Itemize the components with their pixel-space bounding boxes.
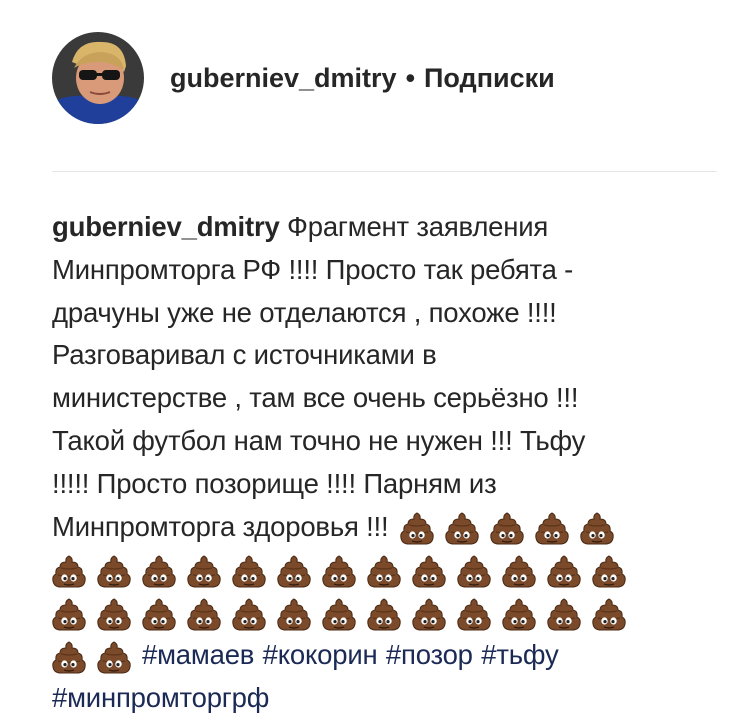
pile-of-poo-emoji-icon	[232, 554, 266, 588]
pile-of-poo-emoji-icon	[580, 511, 614, 545]
pile-of-poo-emoji-icon	[52, 640, 86, 674]
caption-line: Минпромторга РФ !!!! Просто так ребята -	[52, 253, 574, 285]
caption-line: министерстве , там все очень серьёзно !!…	[52, 382, 579, 414]
pile-of-poo-emoji-icon	[367, 597, 401, 631]
pile-of-poo-emoji-icon	[445, 511, 479, 545]
separator-dot: •	[405, 62, 416, 93]
pile-of-poo-emoji-icon	[412, 554, 446, 588]
caption-line: guberniev_dmitry Фрагмент заявления	[52, 206, 717, 249]
emoji-line	[52, 591, 717, 634]
caption-text: Минпромторга здоровья !!!	[52, 510, 389, 542]
pile-of-poo-emoji-icon	[502, 597, 536, 631]
divider	[52, 171, 717, 172]
pile-of-poo-emoji-icon	[535, 511, 569, 545]
pile-of-poo-emoji-icon	[232, 597, 266, 631]
post-header: guberniev_dmitry • Подписки	[52, 32, 555, 124]
caption-line: #минпромторгрф	[52, 677, 717, 720]
pile-of-poo-emoji-icon	[547, 554, 581, 588]
pile-of-poo-emoji-icon	[187, 554, 221, 588]
pile-of-poo-emoji-icon	[412, 597, 446, 631]
caption-line: !!!!! Просто позорище !!!! Парням из	[52, 467, 497, 499]
pile-of-poo-emoji-icon	[142, 597, 176, 631]
caption-text: Фрагмент заявления	[287, 211, 549, 242]
pile-of-poo-emoji-icon	[592, 554, 626, 588]
pile-of-poo-emoji-icon	[52, 597, 86, 631]
avatar[interactable]	[52, 32, 144, 124]
pile-of-poo-emoji-icon	[322, 554, 356, 588]
pile-of-poo-emoji-icon	[457, 554, 491, 588]
pile-of-poo-emoji-icon	[457, 597, 491, 631]
pile-of-poo-emoji-icon	[142, 554, 176, 588]
caption-username[interactable]: guberniev_dmitry	[52, 211, 280, 242]
pile-of-poo-emoji-icon	[97, 554, 131, 588]
pile-of-poo-emoji-icon	[547, 597, 581, 631]
pile-of-poo-emoji-icon	[97, 597, 131, 631]
caption-line: драчуны уже не отделаются , похоже !!!!	[52, 296, 557, 328]
pile-of-poo-emoji-icon	[187, 597, 221, 631]
pile-of-poo-emoji-icon	[592, 597, 626, 631]
hashtag-link[interactable]: #мамаев	[142, 639, 254, 670]
pile-of-poo-emoji-icon	[490, 511, 524, 545]
pile-of-poo-emoji-icon	[277, 554, 311, 588]
hashtag-link[interactable]: #позор	[386, 639, 473, 670]
caption-line: Минпромторга здоровья !!!	[52, 506, 717, 549]
caption-line: Такой футбол нам точно не нужен !!! Тьфу	[52, 424, 586, 456]
follow-status-button[interactable]: Подписки	[424, 63, 555, 94]
avatar-image	[52, 32, 144, 124]
pile-of-poo-emoji-icon	[502, 554, 536, 588]
hashtag-link[interactable]: #минпромторгрф	[52, 682, 269, 713]
post-caption: guberniev_dmitry Фрагмент заявления Минп…	[52, 206, 717, 720]
pile-of-poo-emoji-icon	[97, 640, 131, 674]
pile-of-poo-emoji-icon	[400, 511, 434, 545]
caption-line: #мамаев #кокорин #позор #тьфу	[52, 634, 717, 677]
emoji-line	[52, 548, 717, 591]
post-username[interactable]: guberniev_dmitry	[170, 63, 397, 94]
pile-of-poo-emoji-icon	[322, 597, 356, 631]
caption-line: Разговаривал с источниками в	[52, 339, 437, 371]
pile-of-poo-emoji-icon	[52, 554, 86, 588]
hashtag-link[interactable]: #тьфу	[481, 639, 558, 670]
hashtag-link[interactable]: #кокорин	[263, 639, 378, 670]
pile-of-poo-emoji-icon	[367, 554, 401, 588]
pile-of-poo-emoji-icon	[277, 597, 311, 631]
